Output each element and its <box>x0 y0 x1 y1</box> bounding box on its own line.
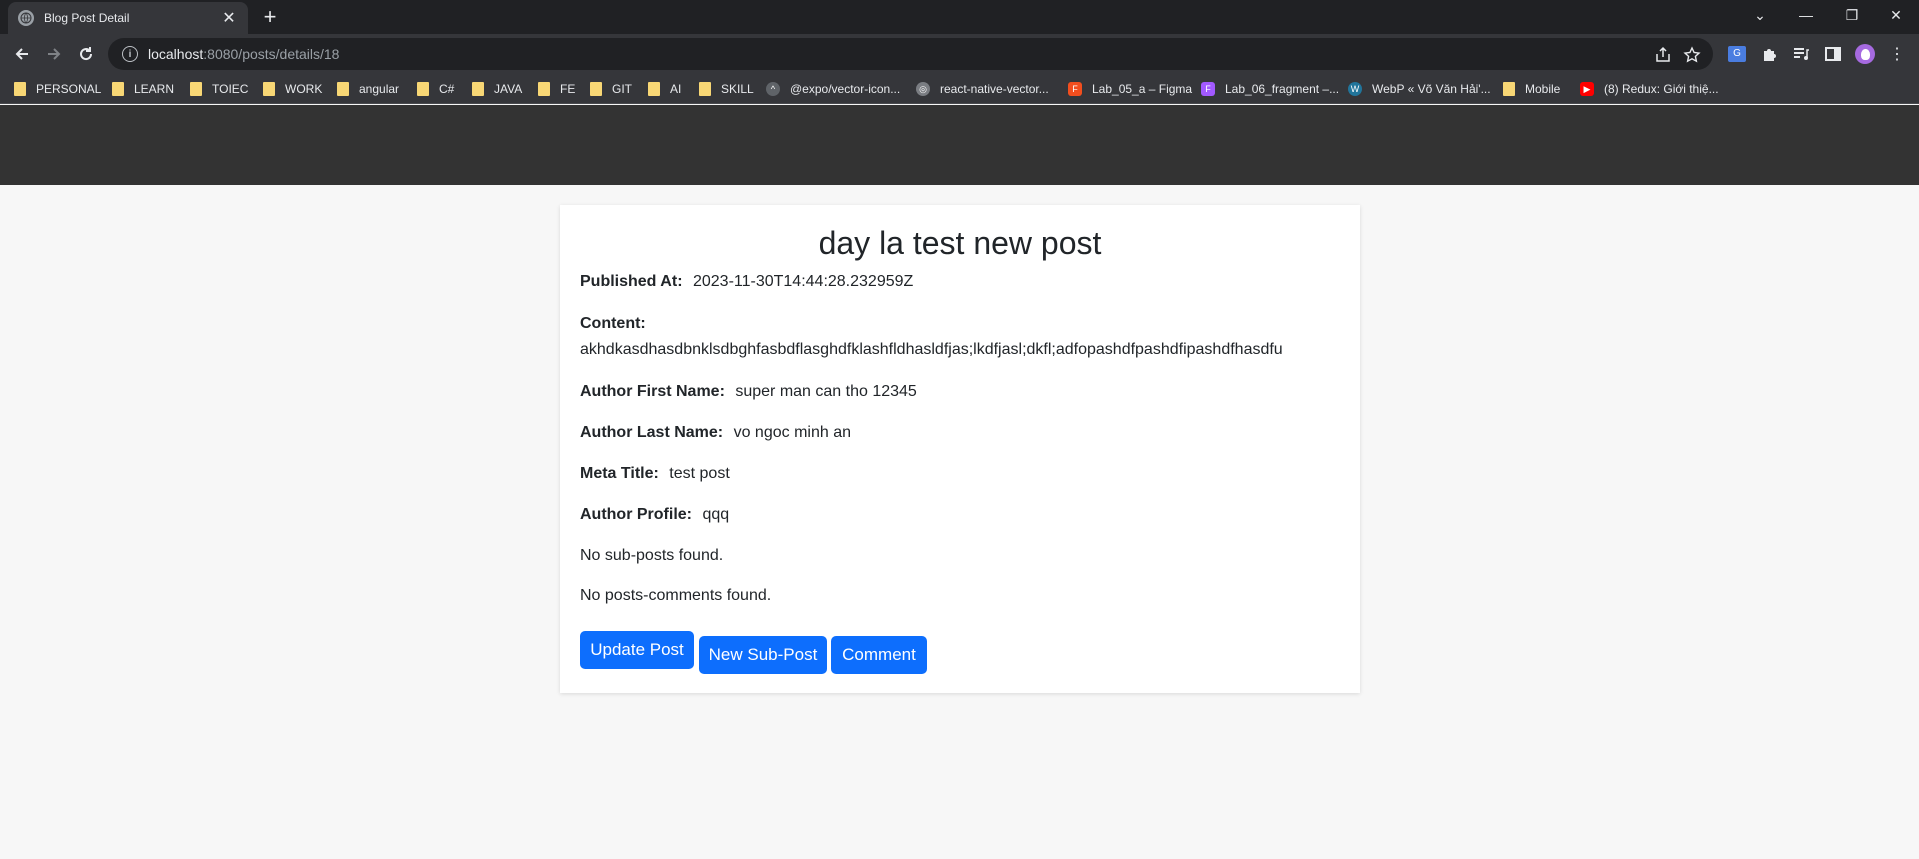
close-window-button[interactable]: ✕ <box>1873 0 1919 30</box>
content-value: akhdkasdhasdbnklsdbghfasbdflasghdfklashf… <box>580 341 1283 358</box>
bookmarks-bar: PERSONAL LEARN TOIEC WORK angular C# JAV… <box>0 74 1919 104</box>
side-panel-icon[interactable] <box>1823 44 1843 64</box>
figma-icon: F <box>1068 82 1082 96</box>
folder-icon <box>699 82 711 96</box>
folder-icon <box>112 82 124 96</box>
bookmark-item[interactable]: C# <box>417 81 454 97</box>
bookmark-item[interactable]: LEARN <box>112 81 174 97</box>
restore-button[interactable]: ❐ <box>1829 0 1875 30</box>
author-last-name-row: Author Last Name: vo ngoc minh an <box>580 420 851 446</box>
author-first-name-value: super man can tho 12345 <box>735 383 917 400</box>
forward-button[interactable] <box>40 40 68 68</box>
bookmark-item[interactable]: PERSONAL <box>14 81 101 97</box>
folder-icon <box>14 82 26 96</box>
meta-title-value: test post <box>669 465 730 482</box>
author-profile-value: qqq <box>702 506 730 523</box>
new-tab-button[interactable]: + <box>258 6 282 30</box>
bookmark-item[interactable]: F Lab_06_fragment –... <box>1201 81 1339 97</box>
bookmark-item[interactable]: TOIEC <box>190 81 248 97</box>
browser-tab[interactable]: Blog Post Detail ✕ <box>8 2 248 34</box>
bookmark-item[interactable]: ◎ react-native-vector... <box>916 81 1049 97</box>
site-info-icon[interactable]: i <box>122 46 138 62</box>
bookmark-item[interactable]: GIT <box>590 81 632 97</box>
page-header-bar <box>0 105 1919 185</box>
published-at-row: Published At: 2023-11-30T14:44:28.232959… <box>580 269 913 295</box>
expo-icon: ^ <box>766 82 780 96</box>
author-last-name-value: vo ngoc minh an <box>733 424 851 441</box>
bookmark-star-icon[interactable] <box>1683 46 1701 64</box>
bookmark-item[interactable]: SKILL <box>699 81 754 97</box>
author-first-name-label: Author First Name: <box>580 383 725 400</box>
no-comments-message: No posts-comments found. <box>580 587 772 604</box>
update-post-button[interactable]: Update Post <box>580 631 694 669</box>
bookmark-item[interactable]: FE <box>538 81 575 97</box>
forward-arrow-icon <box>48 48 61 60</box>
published-at-value: 2023-11-30T14:44:28.232959Z <box>692 273 914 290</box>
folder-icon <box>538 82 550 96</box>
content-row: Content: akhdkasdhasdbnklsdbghfasbdflasg… <box>580 311 1283 363</box>
bookmark-item[interactable]: AI <box>648 81 681 97</box>
author-last-name-label: Author Last Name: <box>580 424 724 441</box>
no-subposts-message: No sub-posts found. <box>580 547 724 564</box>
bookmark-item[interactable]: Mobile <box>1503 81 1560 97</box>
folder-icon <box>337 82 349 96</box>
tab-title: Blog Post Detail <box>44 11 130 25</box>
post-title: day la test new post <box>818 225 1102 261</box>
globe-icon <box>18 10 34 26</box>
wordpress-icon: W <box>1348 82 1362 96</box>
author-first-name-row: Author First Name: super man can tho 123… <box>580 379 917 405</box>
share-icon[interactable] <box>1654 46 1672 64</box>
folder-icon <box>190 82 202 96</box>
browser-toolbar: i localhost:8080/posts/details/18 G ⋮ <box>0 34 1919 74</box>
comment-button[interactable]: Comment <box>831 636 927 674</box>
url-path: :8080/posts/details/18 <box>203 46 340 62</box>
bookmark-item[interactable]: F Lab_05_a – Figma <box>1068 81 1192 97</box>
media-control-icon[interactable] <box>1791 44 1811 64</box>
reload-icon <box>80 47 93 61</box>
menu-kebab-icon[interactable]: ⋮ <box>1887 44 1907 64</box>
folder-icon <box>472 82 484 96</box>
bookmark-item[interactable]: ^ @expo/vector-icon... <box>766 81 900 97</box>
meta-title-row: Meta Title: test post <box>580 461 730 487</box>
bookmark-item[interactable]: W WebP « Võ Văn Hải'... <box>1348 81 1491 97</box>
post-detail-card: day la test new post Published At: 2023-… <box>560 205 1360 693</box>
youtube-icon: ▶ <box>1580 82 1594 96</box>
folder-icon <box>648 82 660 96</box>
figma-icon: F <box>1201 82 1215 96</box>
profile-avatar[interactable] <box>1855 44 1875 64</box>
tab-search-icon[interactable]: ⌄ <box>1737 0 1783 30</box>
folder-icon <box>590 82 602 96</box>
new-subpost-button[interactable]: New Sub-Post <box>699 636 827 674</box>
back-button[interactable] <box>8 40 36 68</box>
tab-close-icon[interactable]: ✕ <box>220 8 238 28</box>
globe-icon: ◎ <box>916 82 930 96</box>
url-host: localhost <box>148 46 204 62</box>
folder-icon <box>263 82 275 96</box>
back-arrow-icon <box>15 48 28 60</box>
bookmark-item[interactable]: ▶ (8) Redux: Giới thiệ... <box>1580 81 1719 97</box>
content-label: Content: <box>580 315 646 332</box>
bookmark-item[interactable]: angular <box>337 81 399 97</box>
author-profile-label: Author Profile: <box>580 506 692 523</box>
extensions-icon[interactable] <box>1759 44 1779 64</box>
folder-icon <box>1503 82 1515 96</box>
bookmark-item[interactable]: JAVA <box>472 81 522 97</box>
reload-button[interactable] <box>72 40 100 68</box>
meta-title-label: Meta Title: <box>580 465 659 482</box>
published-at-label: Published At: <box>580 273 683 290</box>
folder-icon <box>417 82 429 96</box>
browser-tabstrip: Blog Post Detail ✕ + ⌄ — ❐ ✕ <box>0 0 1919 34</box>
minimize-button[interactable]: — <box>1783 0 1829 30</box>
bookmark-item[interactable]: WORK <box>263 81 322 97</box>
author-profile-row: Author Profile: qqq <box>580 502 729 528</box>
translate-extension-icon[interactable]: G <box>1727 44 1747 64</box>
address-bar[interactable]: i localhost:8080/posts/details/18 <box>108 38 1713 70</box>
